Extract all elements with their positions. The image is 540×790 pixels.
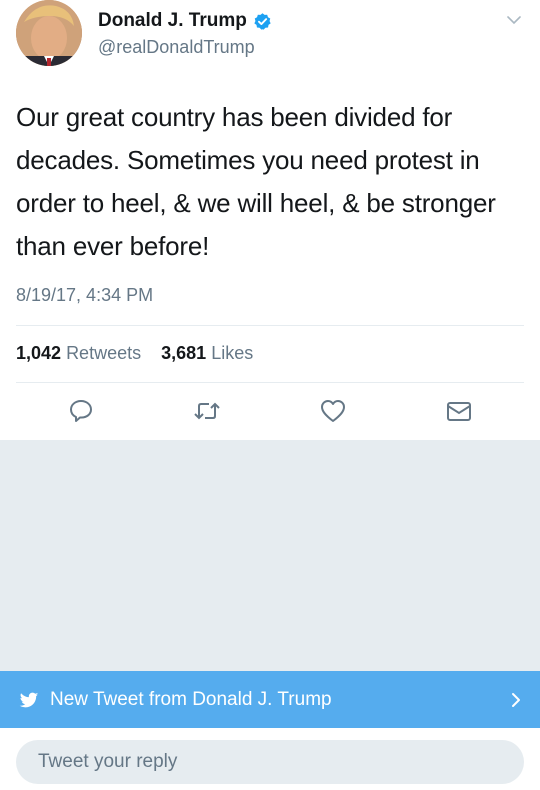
tweet-actions <box>0 394 540 430</box>
profile-photo-icon <box>16 0 82 66</box>
heart-icon <box>321 400 345 422</box>
tweet-text: Our great country has been divided for d… <box>16 102 496 261</box>
reply-bar: Tweet your reply <box>0 728 540 790</box>
direct-message-button[interactable] <box>442 394 476 428</box>
new-tweet-banner[interactable]: New Tweet from Donald J. Trump <box>0 671 540 728</box>
chevron-right-icon <box>512 693 520 707</box>
tweet-stats: 1,042 Retweets 3,681 Likes <box>16 343 253 364</box>
tweet-timestamp: 8/19/17, 4:34 PM <box>16 285 154 305</box>
like-button[interactable] <box>316 394 350 428</box>
reply-icon <box>70 400 92 422</box>
banner-label: New Tweet from Donald J. Trump <box>50 688 332 710</box>
verified-badge-icon <box>254 12 271 30</box>
twitter-bird-icon <box>19 692 39 707</box>
likes-count[interactable]: 3,681 <box>161 343 206 363</box>
chevron-down-icon[interactable] <box>506 12 522 28</box>
reply-placeholder: Tweet your reply <box>38 751 178 772</box>
divider <box>16 325 524 326</box>
timeline-background <box>0 440 540 671</box>
likes-label[interactable]: Likes <box>211 343 253 363</box>
avatar[interactable] <box>16 0 82 66</box>
tweet-card: Donald J. Trump @realDonaldTrump Our gre… <box>0 0 540 440</box>
author-name[interactable]: Donald J. Trump <box>98 10 247 32</box>
retweet-icon <box>194 402 220 420</box>
retweets-count[interactable]: 1,042 <box>16 343 61 363</box>
divider <box>16 382 524 383</box>
message-icon <box>447 402 471 421</box>
retweet-button[interactable] <box>190 394 224 428</box>
retweets-label[interactable]: Retweets <box>66 343 141 363</box>
reply-button[interactable] <box>64 394 98 428</box>
author-handle[interactable]: @realDonaldTrump <box>98 37 255 58</box>
reply-input[interactable]: Tweet your reply <box>16 740 524 784</box>
author-row: Donald J. Trump <box>98 10 272 32</box>
